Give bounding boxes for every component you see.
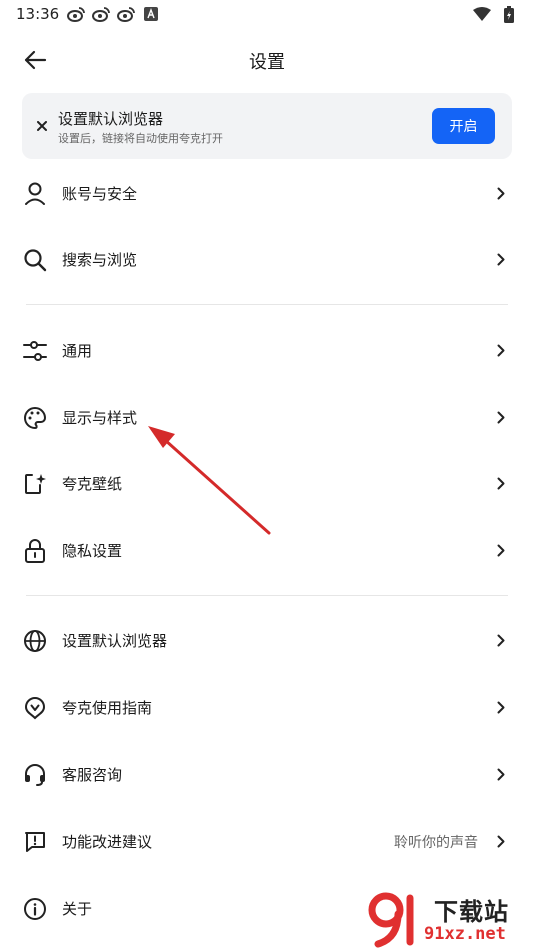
- battery-icon: [499, 5, 518, 23]
- settings-item-user-guide[interactable]: 夸克使用指南: [0, 677, 534, 737]
- weibo-icon: [91, 5, 110, 23]
- page-title: 设置: [249, 52, 285, 73]
- settings-item-label: 显示与样式: [62, 409, 138, 427]
- enable-default-browser-button[interactable]: 开启: [432, 108, 495, 144]
- watermark-text-cn: 下载站: [434, 898, 509, 926]
- weibo-icon: [116, 5, 135, 23]
- settings-item-label: 功能改进建议: [62, 833, 153, 851]
- settings-item-label: 账号与安全: [62, 185, 138, 203]
- settings-item-label: 客服咨询: [62, 766, 123, 784]
- user-icon: [22, 181, 48, 207]
- sliders-icon: [22, 338, 48, 364]
- status-time: 13:36: [16, 5, 60, 23]
- info-icon: [22, 896, 48, 922]
- settings-item-customer-service[interactable]: 客服咨询: [0, 744, 534, 804]
- wallpaper-icon: [22, 471, 48, 497]
- feedback-icon: [22, 829, 48, 855]
- search-icon: [22, 247, 48, 273]
- weibo-icon: [66, 5, 85, 23]
- globe-icon: [22, 628, 48, 654]
- settings-item-label: 搜索与浏览: [62, 251, 138, 269]
- settings-item-search-browse[interactable]: 搜索与浏览: [0, 229, 534, 289]
- watermark: 下载站 91xz.net: [362, 890, 534, 950]
- settings-item-label: 夸克使用指南: [62, 699, 153, 717]
- banner-close-button[interactable]: [30, 114, 54, 138]
- chevron-right-icon: [494, 475, 508, 491]
- status-bar: 13:36: [0, 0, 534, 30]
- settings-item-default-browser[interactable]: 设置默认浏览器: [0, 610, 534, 670]
- watermark-text-en: 91xz.net: [424, 924, 506, 944]
- settings-item-label: 关于: [62, 900, 93, 918]
- settings-item-privacy[interactable]: 隐私设置: [0, 520, 534, 580]
- chevron-right-icon: [494, 251, 508, 267]
- chevron-right-icon: [494, 542, 508, 558]
- wifi-icon: [472, 5, 491, 23]
- a-badge-icon: [141, 5, 160, 23]
- lock-icon: [22, 538, 48, 564]
- settings-item-account-security[interactable]: 账号与安全: [0, 163, 534, 223]
- settings-item-wallpaper[interactable]: 夸克壁纸: [0, 453, 534, 513]
- top-app-bar: 设置: [0, 38, 534, 82]
- chevron-right-icon: [494, 185, 508, 201]
- chevron-right-icon: [494, 766, 508, 782]
- settings-item-label: 通用: [62, 342, 93, 360]
- section-divider: [26, 304, 508, 305]
- settings-item-label: 隐私设置: [62, 542, 123, 560]
- chevron-right-icon: [494, 409, 508, 425]
- settings-item-display-style[interactable]: 显示与样式: [0, 387, 534, 447]
- close-icon: [37, 121, 47, 131]
- banner-title: 设置默认浏览器: [58, 110, 164, 128]
- chevron-right-icon: [494, 342, 508, 358]
- settings-item-label: 设置默认浏览器: [62, 632, 168, 650]
- settings-item-general[interactable]: 通用: [0, 320, 534, 380]
- watermark-logo: [368, 892, 414, 948]
- default-browser-banner: 设置默认浏览器 设置后，链接将自动使用夸克打开 开启: [22, 93, 512, 159]
- section-divider: [26, 595, 508, 596]
- headset-icon: [22, 762, 48, 788]
- notification-icons: [66, 5, 160, 23]
- system-icons: [472, 5, 518, 23]
- guide-icon: [22, 695, 48, 721]
- settings-item-feedback[interactable]: 功能改进建议 聆听你的声音: [0, 811, 534, 871]
- palette-icon: [22, 405, 48, 431]
- settings-item-value: 聆听你的声音: [394, 835, 478, 851]
- chevron-right-icon: [494, 833, 508, 849]
- chevron-right-icon: [494, 699, 508, 715]
- settings-item-label: 夸克壁纸: [62, 475, 123, 493]
- chevron-right-icon: [494, 632, 508, 648]
- banner-subtitle: 设置后，链接将自动使用夸克打开: [58, 132, 223, 145]
